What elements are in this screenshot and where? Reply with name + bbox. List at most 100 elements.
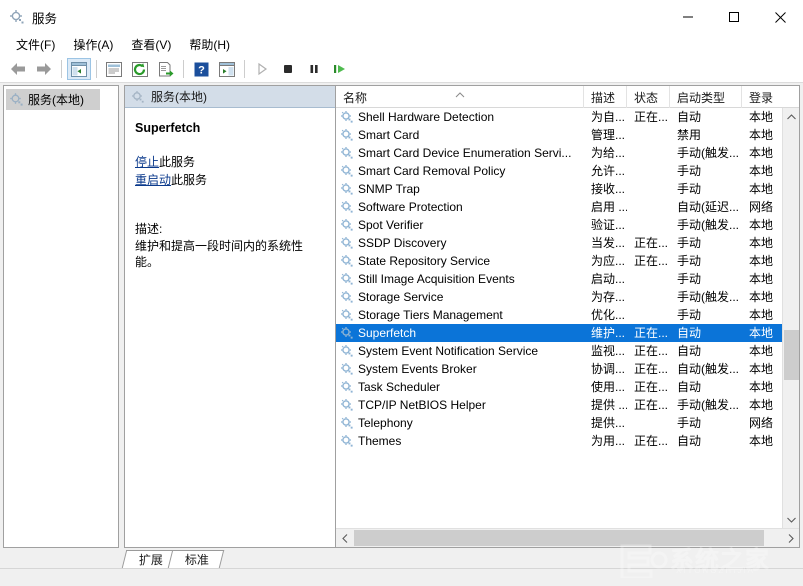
service-logon-cell: 本地 <box>749 362 774 376</box>
help-icon[interactable]: ? <box>189 58 213 80</box>
table-row[interactable]: Themes 为用... 正在... 自动 本地 <box>336 432 783 450</box>
service-name-cell: Themes <box>336 432 584 450</box>
service-description-cell: 提供... <box>591 416 626 430</box>
tree-node-services-local[interactable]: 服务(本地) <box>6 89 100 110</box>
service-description-cell: 为自... <box>591 110 626 124</box>
menu-action[interactable]: 操作(A) <box>64 34 122 56</box>
service-name-cell: Superfetch <box>336 324 584 342</box>
service-name-label: Smart Card <box>358 128 420 142</box>
table-row[interactable]: Task Scheduler 使用... 正在... 自动 本地 <box>336 378 783 396</box>
table-row[interactable]: Storage Tiers Management 优化... 手动 本地 <box>336 306 783 324</box>
service-logon-cell: 本地 <box>749 218 774 232</box>
service-logon-cell: 本地 <box>749 110 774 124</box>
service-name-cell: Storage Service <box>336 288 584 306</box>
service-description-cell: 启用 ... <box>591 200 627 214</box>
service-name-label: SNMP Trap <box>358 182 420 196</box>
service-name-cell: Smart Card Device Enumeration Servi... <box>336 144 584 162</box>
service-status-cell: 正在... <box>634 362 669 376</box>
table-row[interactable]: Telephony 提供... 手动 网络 <box>336 414 783 432</box>
show-action-pane-icon[interactable] <box>215 58 239 80</box>
column-header-startup-type-label: 启动类型 <box>677 90 726 105</box>
close-button[interactable] <box>757 0 803 34</box>
service-name-label: Themes <box>358 434 402 448</box>
table-row[interactable]: Storage Service 为存... 手动(触发... 本地 <box>336 288 783 306</box>
export-list-icon[interactable] <box>154 58 178 80</box>
table-row[interactable]: System Event Notification Service 监视... 正在… <box>336 342 783 360</box>
column-header-description[interactable]: 描述 <box>584 86 627 108</box>
table-row[interactable]: System Events Broker 协调... 正在... 自动(触发... 本地 <box>336 360 783 378</box>
description-label: 描述: <box>135 222 163 236</box>
scroll-right-icon[interactable] <box>782 529 799 547</box>
vertical-scrollbar-thumb[interactable] <box>784 330 799 380</box>
table-row[interactable]: Superfetch 维护... 正在... 自动 本地 <box>336 324 783 342</box>
table-row[interactable]: Spot Verifier 验证... 手动(触发... 本地 <box>336 216 783 234</box>
service-startup-type-cell: 自动 <box>677 326 702 340</box>
vertical-scrollbar[interactable] <box>782 108 799 528</box>
service-name-label: TCP/IP NetBIOS Helper <box>358 398 486 412</box>
service-name-cell: System Events Broker <box>336 360 584 378</box>
service-name-cell: SNMP Trap <box>336 180 584 198</box>
table-row[interactable]: Smart Card Device Enumeration Servi... 为给… <box>336 144 783 162</box>
stop-service-link[interactable]: 停止 <box>135 155 159 169</box>
horizontal-scrollbar[interactable] <box>336 528 799 547</box>
scroll-up-icon[interactable] <box>783 108 799 125</box>
service-description-cell: 协调... <box>591 362 626 376</box>
service-gear-icon <box>340 146 354 160</box>
description-text: 维护和提高一段时间内的系统性能。 <box>135 239 304 269</box>
minimize-button[interactable] <box>665 0 711 34</box>
tab-standard[interactable]: 标准 <box>167 550 225 568</box>
service-description-cell: 启动... <box>591 272 626 286</box>
services-gear-icon <box>9 92 24 107</box>
column-header-status[interactable]: 状态 <box>627 86 670 108</box>
table-row[interactable]: Software Protection 启用 ... 自动(延迟... 网络 <box>336 198 783 216</box>
restart-service-icon[interactable] <box>328 58 352 80</box>
service-description-cell: 管理... <box>591 128 626 142</box>
restart-service-link[interactable]: 重启动 <box>135 173 171 187</box>
start-service-icon[interactable] <box>250 58 274 80</box>
service-gear-icon <box>340 182 354 196</box>
table-row[interactable]: State Repository Service 为应... 正在... 手动 本地 <box>336 252 783 270</box>
scroll-down-icon[interactable] <box>783 511 799 528</box>
tree-node-label: 服务(本地) <box>28 93 84 107</box>
maximize-button[interactable] <box>711 0 757 34</box>
service-status-cell <box>627 414 670 432</box>
table-row[interactable]: Smart Card Removal Policy 允许... 手动 本地 <box>336 162 783 180</box>
service-name-cell: Still Image Acquisition Events <box>336 270 584 288</box>
show-hide-tree-icon[interactable] <box>67 58 91 80</box>
scroll-left-icon[interactable] <box>336 529 353 547</box>
menu-file[interactable]: 文件(F) <box>7 34 64 56</box>
table-row[interactable]: Smart Card 管理... 禁用 本地 <box>336 126 783 144</box>
table-row[interactable]: SSDP Discovery 当发... 正在... 手动 本地 <box>336 234 783 252</box>
service-startup-type-cell: 禁用 <box>677 128 702 142</box>
back-icon[interactable] <box>6 58 30 80</box>
table-row[interactable]: Shell Hardware Detection 为自... 正在... 自动 本地 <box>336 108 783 126</box>
service-status-cell: 正在... <box>634 236 669 250</box>
window-title: 服务 <box>32 11 58 26</box>
table-row[interactable]: Still Image Acquisition Events 启动... 手动 本地 <box>336 270 783 288</box>
service-name-cell: Storage Tiers Management <box>336 306 584 324</box>
forward-icon[interactable] <box>32 58 56 80</box>
horizontal-scrollbar-thumb[interactable] <box>354 530 764 546</box>
service-gear-icon <box>340 290 354 304</box>
column-header-startup-type[interactable]: 启动类型 <box>670 86 742 108</box>
service-logon-cell: 本地 <box>749 146 774 160</box>
column-header-name[interactable]: 名称 <box>336 86 584 108</box>
table-row[interactable]: TCP/IP NetBIOS Helper 提供 ... 正在... 手动(触发...… <box>336 396 783 414</box>
stop-service-icon[interactable] <box>276 58 300 80</box>
properties-icon[interactable] <box>102 58 126 80</box>
toolbar-separator <box>61 60 62 78</box>
table-row[interactable]: SNMP Trap 接收... 手动 本地 <box>336 180 783 198</box>
service-name-cell: Task Scheduler <box>336 378 584 396</box>
service-name-cell: State Repository Service <box>336 252 584 270</box>
column-header-description-label: 描述 <box>591 90 616 105</box>
column-header-logon-as[interactable]: 登录 <box>742 86 783 108</box>
refresh-icon[interactable] <box>128 58 152 80</box>
pause-service-icon[interactable] <box>302 58 326 80</box>
restart-service-link-tail: 此服务 <box>171 173 208 187</box>
main-content: 服务(本地) 服务(本地) Superfetch 停止此服务 重启动此服务 描述… <box>0 83 803 553</box>
menu-help[interactable]: 帮助(H) <box>180 34 239 56</box>
service-startup-type-cell: 手动 <box>677 416 702 430</box>
service-gear-icon <box>340 236 354 250</box>
menu-view[interactable]: 查看(V) <box>122 34 180 56</box>
services-rows-viewport[interactable]: Shell Hardware Detection 为自... 正在... 自动 本地 Sm… <box>336 108 783 528</box>
